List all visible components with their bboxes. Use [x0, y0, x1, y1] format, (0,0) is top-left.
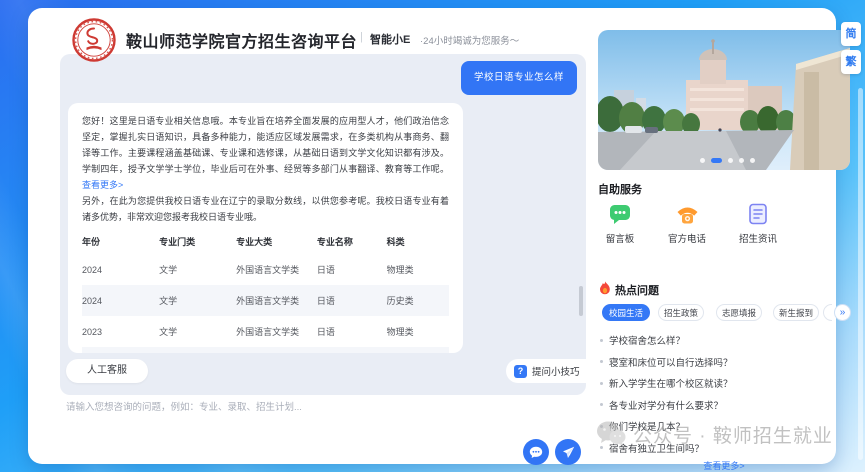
chat-bubble-icon	[529, 446, 543, 459]
bullet-dot	[600, 339, 603, 342]
service-message-board[interactable]: 留言板	[592, 202, 648, 245]
service-tagline: ·24小时竭诚为您服务～	[420, 33, 519, 47]
hot-question-list: 学校宿舍怎么样？ 寝室和床位可以自行选择吗？ 新入学学生在哪个校区就读？ 各专业…	[600, 335, 852, 464]
service-admission-news[interactable]: 招生资讯	[730, 202, 786, 245]
message-board-icon	[608, 202, 632, 226]
carousel-dot[interactable]	[739, 158, 744, 163]
phone-icon	[675, 202, 700, 226]
tab-partial	[823, 304, 832, 321]
chat-scrollbar-thumb[interactable]	[579, 286, 583, 316]
sidebar-see-more-link[interactable]: 查看更多>	[598, 459, 850, 472]
question-item[interactable]: 你们学校是几本？	[600, 421, 852, 431]
carousel-dot[interactable]	[700, 158, 705, 163]
quick-phrase-button[interactable]	[523, 439, 549, 465]
page-title: 鞍山师范学院官方招生咨询平台	[126, 28, 357, 52]
campus-photo-carousel	[598, 30, 850, 170]
col-major: 专业名称	[317, 230, 387, 254]
table-header-row: 年份 专业门类 专业大类 专业名称 科类	[82, 230, 449, 254]
question-mark-icon: ?	[514, 365, 527, 378]
main-card: 鞍山师范学院官方招生咨询平台 | 智能小E ·24小时竭诚为您服务～ 学校日语专…	[28, 8, 836, 464]
tab-campus-life[interactable]: 校园生活	[602, 304, 650, 321]
carousel-dot[interactable]	[750, 158, 755, 163]
tab-freshman-checkin[interactable]: 新生报到	[773, 304, 819, 321]
question-item[interactable]: 寝室和床位可以自行选择吗？	[600, 357, 852, 367]
question-item[interactable]: 宿舍有独立卫生间吗？	[600, 443, 852, 453]
col-category: 专业门类	[159, 230, 236, 254]
lang-traditional-button[interactable]: 繁	[841, 50, 861, 74]
ask-tips-button[interactable]: ? 提问小技巧	[506, 359, 586, 383]
message-input[interactable]	[66, 398, 506, 416]
lang-simplified-button[interactable]: 简	[841, 22, 861, 46]
self-service-title: 自助服务	[598, 181, 642, 197]
page-scrollbar[interactable]	[858, 88, 863, 460]
reply-paragraph-1: 您好！这里是日语专业相关信息哦。本专业旨在培养全面发展的应用型人才，他们政治信念…	[82, 113, 449, 193]
col-group: 专业大类	[236, 230, 317, 254]
question-item[interactable]: 学校宿舍怎么样？	[600, 335, 852, 345]
table-row: 2023文学外国语言文学类日语物理类	[82, 316, 449, 347]
table-row: 2024文学外国语言文学类日语历史类	[82, 285, 449, 316]
carousel-dot-active[interactable]	[711, 158, 722, 163]
carousel-dot[interactable]	[728, 158, 733, 163]
bullet-dot	[600, 425, 603, 428]
question-item[interactable]: 新入学学生在哪个校区就读？	[600, 378, 852, 388]
page-background: 鞍山师范学院官方招生咨询平台 | 智能小E ·24小时竭诚为您服务～ 学校日语专…	[0, 0, 865, 472]
reply-paragraph-2: 另外，在此为您提供我校日语专业在辽宁的录取分数线，以供您参考呢。我校日语专业有着…	[82, 193, 449, 225]
admission-news-icon	[746, 202, 770, 226]
bot-name: 智能小E	[370, 31, 410, 47]
bullet-dot	[600, 446, 603, 449]
bullet-dot	[600, 403, 603, 406]
campus-photo	[598, 30, 850, 170]
admission-score-table: 年份 专业门类 专业大类 专业名称 科类 2024文学外国语言文学类日语物理类 …	[82, 230, 449, 353]
send-button[interactable]	[555, 439, 581, 465]
table-row: 2023文学外国语言文学类日语历史类	[82, 347, 449, 353]
col-subject: 科类	[387, 230, 449, 254]
question-item[interactable]: 各专业对学分有什么要求？	[600, 400, 852, 410]
see-more-link[interactable]: 查看更多>	[82, 180, 123, 190]
bot-reply-bubble: 您好！这里是日语专业相关信息哦。本专业旨在培养全面发展的应用型人才，他们政治信念…	[68, 103, 463, 353]
col-year: 年份	[82, 230, 159, 254]
service-official-phone[interactable]: 官方电话	[659, 202, 715, 245]
flame-icon	[599, 281, 611, 295]
table-row: 2024文学外国语言文学类日语物理类	[82, 254, 449, 285]
bullet-dot	[600, 360, 603, 363]
bullet-dot	[600, 382, 603, 385]
tabs-next-button[interactable]: »	[834, 304, 851, 321]
tab-application[interactable]: 志愿填报	[716, 304, 762, 321]
user-message-bubble: 学校日语专业怎么样	[461, 61, 577, 95]
tab-admission-policy[interactable]: 招生政策	[658, 304, 704, 321]
university-seal-logo	[72, 18, 116, 62]
human-service-button[interactable]: 人工客服	[66, 359, 148, 383]
hot-questions-title: 热点问题	[615, 282, 659, 298]
send-plane-icon	[562, 446, 575, 459]
title-divider: |	[360, 31, 363, 43]
